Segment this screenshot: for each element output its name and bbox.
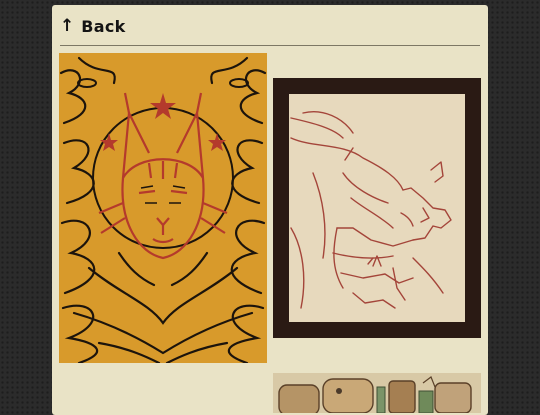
header-divider <box>60 45 480 46</box>
back-button[interactable]: ↑ Back <box>60 13 126 39</box>
artwork-warrior-thumbnail[interactable] <box>273 78 481 338</box>
arrow-up-icon: ↑ <box>60 15 75 36</box>
artwork-lynx-thumbnail[interactable] <box>59 53 267 363</box>
still-life-artwork <box>273 373 481 413</box>
lynx-artwork <box>59 53 267 363</box>
warrior-artwork <box>273 78 481 338</box>
artwork-still-life-thumbnail[interactable] <box>273 373 481 413</box>
back-label: Back <box>81 16 126 36</box>
gallery-panel: ↑ Back <box>52 5 488 415</box>
